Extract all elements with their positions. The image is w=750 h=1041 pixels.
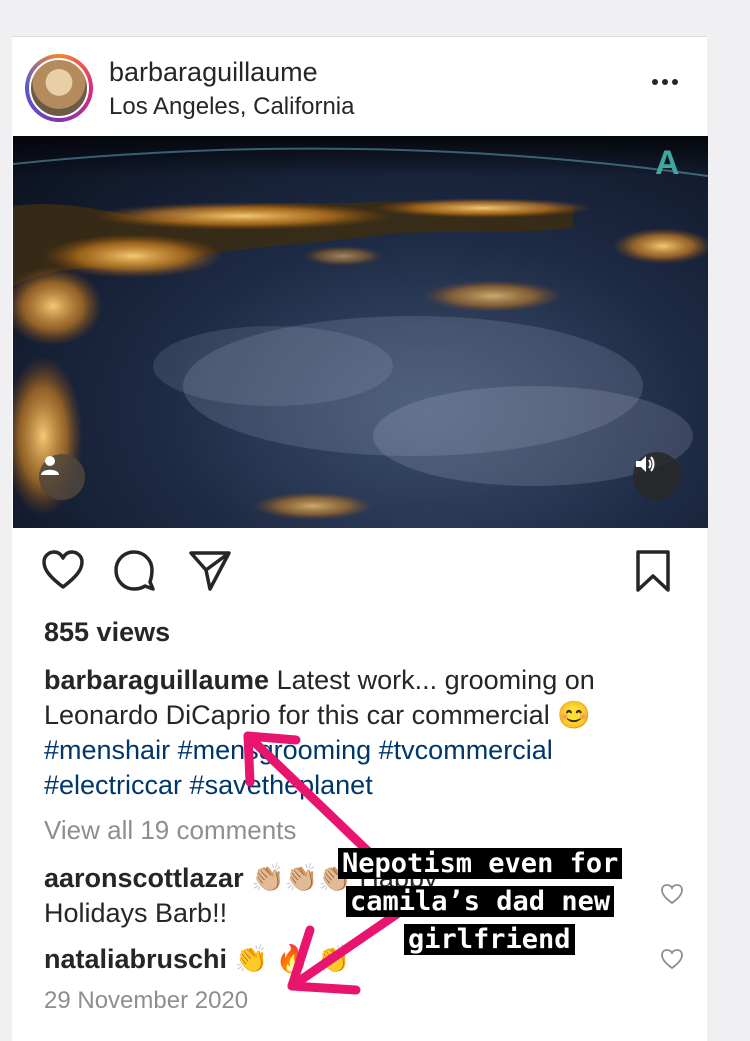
like-icon[interactable] (40, 548, 86, 594)
caption-username[interactable]: barbaraguillaume (44, 665, 269, 695)
more-horizontal-icon[interactable] (648, 65, 682, 99)
comment-icon[interactable] (112, 548, 158, 594)
comment-like-icon[interactable] (660, 948, 684, 970)
watermark-logo: A (655, 144, 680, 182)
save-icon[interactable] (630, 548, 676, 594)
post-video[interactable]: A (13, 136, 708, 528)
post-caption: barbaraguillaume Latest work... grooming… (44, 663, 674, 803)
comment-text-line2: Holidays Barb!! (44, 898, 228, 928)
post-username[interactable]: barbaraguillaume (109, 57, 318, 88)
earth-at-night-image (13, 136, 708, 520)
hashtags-line2[interactable]: #electriccar #savetheplanet (44, 770, 373, 800)
share-icon[interactable] (187, 548, 233, 594)
view-all-comments-link[interactable]: View all 19 comments (44, 815, 296, 846)
hashtags-line1[interactable]: #menshair #mensgrooming #tvcommercial (44, 735, 553, 765)
avatar-image (29, 58, 89, 118)
view-count[interactable]: 855 views (44, 617, 170, 648)
story-caption-line2: camila’s dad new (346, 886, 615, 917)
avatar[interactable] (25, 54, 93, 122)
caption-text-line2: Leonardo DiCaprio for this car commercia… (44, 700, 591, 730)
story-caption-line3: girlfriend (404, 924, 575, 955)
comment-text: 👏 🔥 👏 (227, 944, 351, 974)
caption-text-line1: Latest work... grooming on (269, 665, 595, 695)
story-caption-line1: Nepotism even for (338, 848, 623, 879)
comment-like-icon[interactable] (660, 883, 684, 905)
post-location[interactable]: Los Angeles, California (109, 93, 354, 121)
user-tag-icon[interactable] (39, 454, 85, 500)
comment-username[interactable]: aaronscottlazar (44, 863, 244, 893)
post-header: barbaraguillaume Los Angeles, California (12, 37, 707, 135)
sound-icon[interactable] (633, 452, 681, 500)
post-actions (12, 548, 707, 598)
post-date: 29 November 2020 (44, 987, 249, 1014)
comment-username[interactable]: nataliabruschi (44, 944, 227, 974)
